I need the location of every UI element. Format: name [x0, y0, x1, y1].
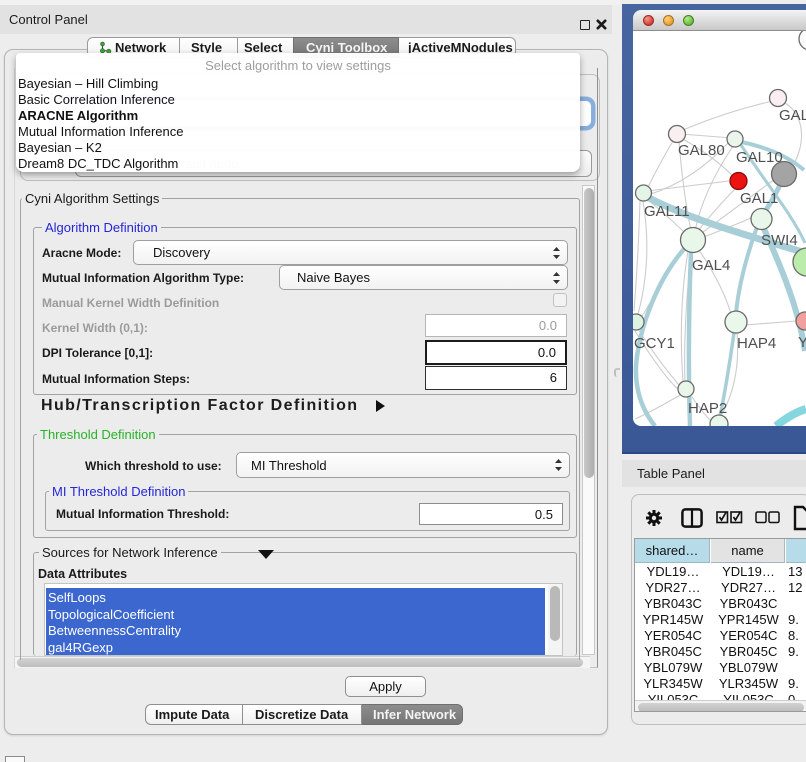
svg-text:GAL1: GAL1	[740, 190, 778, 207]
svg-text:GAL11: GAL11	[644, 203, 690, 220]
svg-text:HAP2: HAP2	[688, 400, 727, 417]
svg-text:GAL10: GAL10	[736, 149, 783, 166]
svg-text:GAL80: GAL80	[678, 142, 725, 159]
svg-text:HAP4: HAP4	[737, 335, 776, 352]
svg-text:Y: Y	[798, 334, 806, 351]
svg-text:GCY1: GCY1	[634, 335, 675, 352]
svg-text:GAL: GAL	[779, 107, 806, 124]
svg-text:GAL4: GAL4	[692, 257, 730, 274]
svg-text:SWI4: SWI4	[761, 232, 798, 249]
